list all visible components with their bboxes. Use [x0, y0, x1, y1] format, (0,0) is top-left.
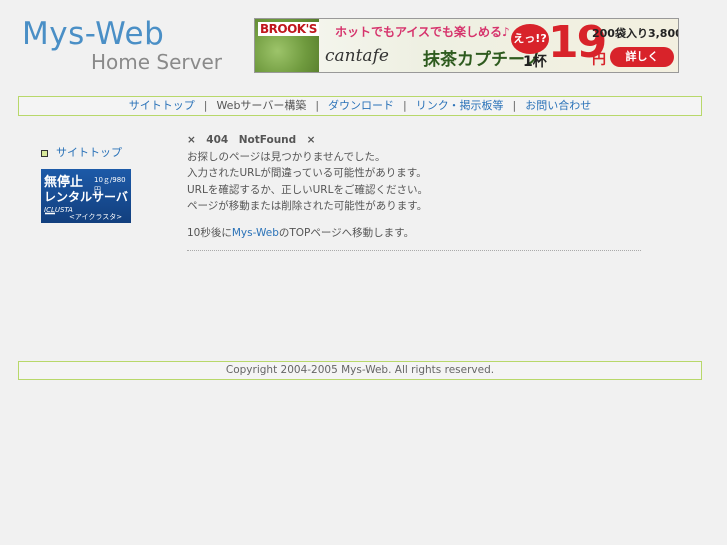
- error-title: × 404 NotFound ×: [187, 134, 316, 146]
- redirect-text-after: のTOPページへ移動します。: [278, 226, 415, 239]
- footer: Copyright 2004-2005 Mys-Web. All rights …: [18, 361, 702, 380]
- redirect-text-before: 10秒後に: [187, 226, 232, 239]
- error-message-line: 入力されたURLが間違っている可能性があります。: [187, 167, 427, 179]
- banner-brand: BROOK'S: [258, 22, 319, 36]
- banner-detail-button[interactable]: 詳しく: [610, 47, 674, 67]
- nav-links-bbs[interactable]: リンク・掲示板等: [416, 99, 504, 112]
- nav-web-server: Webサーバー構築: [216, 99, 307, 112]
- content-divider: [187, 250, 641, 251]
- site-subtitle: Home Server: [91, 50, 223, 74]
- nav-download[interactable]: ダウンロード: [328, 99, 394, 112]
- redirect-home-link[interactable]: Mys-Web: [232, 227, 279, 239]
- banner-yen: 円: [592, 52, 606, 68]
- redirect-notice: 10秒後にMys-WebのTOPページへ移動します。: [187, 225, 641, 242]
- side-banner-brand-kana: <アイクラスタ>: [69, 213, 123, 221]
- copyright-text: Copyright 2004-2005 Mys-Web. All rights …: [225, 364, 495, 376]
- nav-contact[interactable]: お問い合わせ: [525, 99, 591, 112]
- banner-tagline: ホットでもアイスでも楽しめる♪: [335, 25, 510, 39]
- error-message-line: ページが移動または削除された可能性があります。: [187, 200, 428, 212]
- error-message-line: URLを確認するか、正しいURLをご確認ください。: [187, 183, 428, 196]
- banner-product-brand: cantafe: [325, 46, 389, 66]
- banner-surprise-badge: えっ!?: [511, 24, 549, 54]
- error-message-line: お探しのページは見つかりませんでした。: [187, 150, 386, 163]
- ad-banner-rental-server[interactable]: 無停止 10ｇ/980円 レンタルサーバー ICLUSTA <アイクラスタ>: [41, 169, 131, 223]
- site-title: Mys-Web: [22, 16, 165, 52]
- top-navigation: サイトトップ | Webサーバー構築 | ダウンロード | リンク・掲示板等 | お問い合わせ: [18, 96, 702, 116]
- ad-banner-matcha[interactable]: BROOK'S ホットでもアイスでも楽しめる♪ cantafe 抹茶カプチーノ …: [254, 18, 679, 73]
- main-content: × 404 NotFound × お探しのページは見つかりませんでした。 入力さ…: [187, 132, 641, 241]
- sidebar-link-label[interactable]: サイトトップ: [56, 146, 122, 159]
- nav-site-top[interactable]: サイトトップ: [129, 99, 195, 112]
- banner-per-cup: 1杯: [523, 54, 547, 70]
- nav-separator: |: [512, 99, 517, 112]
- nav-separator: |: [203, 99, 208, 112]
- nav-separator: |: [315, 99, 320, 112]
- nav-separator: |: [403, 99, 407, 112]
- banner-pack-price: 200袋入り3,800円: [592, 27, 678, 40]
- sidebar-item-site-top[interactable]: サイトトップ: [41, 144, 122, 160]
- square-bullet-icon: [41, 149, 48, 157]
